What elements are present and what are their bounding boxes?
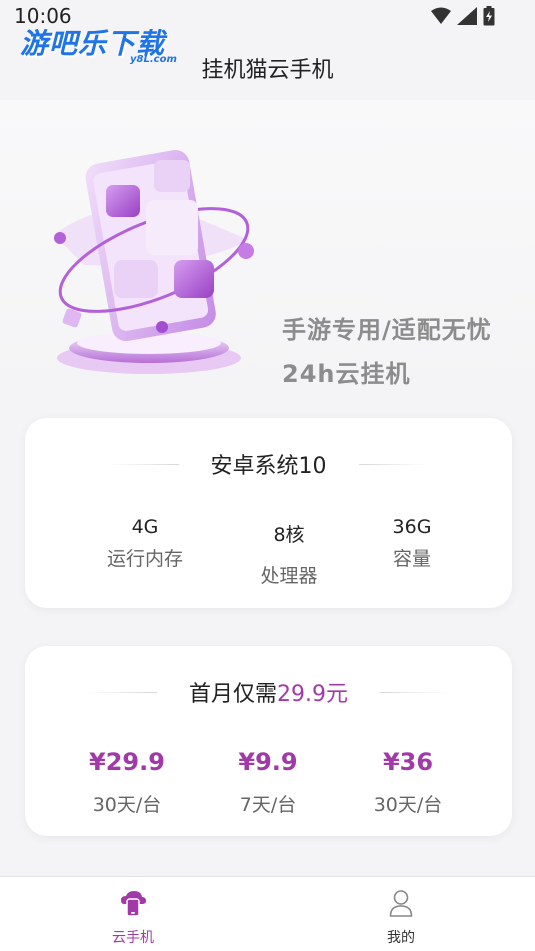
tab-mine[interactable]: 我的 [351, 889, 451, 947]
plan-price: ¥29.9 [89, 748, 165, 776]
divider-left [108, 463, 179, 465]
os-card-header: 安卓系统10 [25, 448, 512, 480]
spec-storage: 36G 容量 [352, 516, 472, 571]
tab-cloud-phone[interactable]: 云手机 [83, 889, 183, 947]
wifi-icon [431, 7, 451, 24]
tab-label: 云手机 [112, 930, 154, 946]
user-icon [351, 889, 451, 919]
title-prefix: 首月仅需 [188, 682, 277, 707]
divider-left [86, 691, 157, 693]
spec-label: 容量 [392, 548, 431, 570]
spec-processor: 8核 处理器 [229, 520, 349, 588]
page-title: 挂机猫云手机 [201, 58, 334, 83]
price-card-title: 首月仅需29.9元 [189, 676, 348, 708]
phone-illustration [54, 149, 254, 374]
spec-value: 4G [131, 516, 159, 538]
plan-price: ¥36 [382, 748, 434, 776]
signal-icon [457, 7, 477, 25]
plan-option-3[interactable]: ¥36 30天/台 [348, 748, 468, 817]
plan-option-2[interactable]: ¥9.9 7天/台 [208, 748, 328, 817]
battery-icon [483, 6, 495, 26]
os-card-title: 安卓系统10 [210, 454, 327, 479]
spec-label: 处理器 [260, 565, 318, 587]
tab-label: 我的 [387, 930, 415, 946]
price-card-header: 首月仅需29.9元 [25, 676, 512, 708]
hero-tagline-2: 24h云挂机 [282, 360, 411, 388]
divider-right [380, 691, 450, 693]
cloud-phone-icon [83, 889, 183, 919]
plan-term: 30天/台 [92, 794, 162, 816]
plan-price: ¥9.9 [238, 748, 298, 776]
spec-label: 运行内存 [106, 548, 183, 570]
hero-tagline-1: 手游专用/适配无忧 [282, 316, 492, 344]
os-spec-card: 安卓系统10 4G 运行内存 8核 处理器 36G 容量 [25, 418, 512, 608]
hero-banner: 手游专用/适配无忧 24h云挂机 [0, 100, 535, 400]
plan-term: 30天/台 [373, 794, 443, 816]
price-card: 首月仅需29.9元 ¥29.9 30天/台 ¥9.9 7天/台 ¥36 30天/… [25, 646, 512, 836]
plan-term: 7天/台 [239, 794, 297, 816]
bottom-tab-bar: 云手机 我的 [0, 876, 535, 951]
spec-value: 36G [392, 516, 432, 538]
plan-option-1[interactable]: ¥29.9 30天/台 [67, 748, 187, 817]
title-price: 29.9元 [277, 682, 348, 707]
status-icons [431, 6, 495, 26]
spec-value: 8核 [273, 524, 305, 546]
spec-memory: 4G 运行内存 [85, 516, 205, 571]
divider-right [358, 463, 429, 465]
